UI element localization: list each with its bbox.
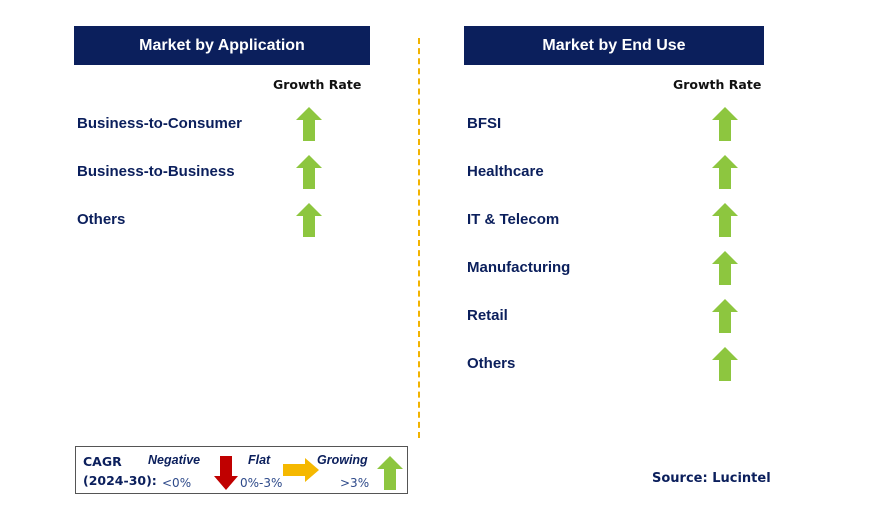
segment-label: Healthcare — [467, 163, 544, 180]
legend-growing-label: Growing — [317, 453, 368, 467]
segment-label: IT & Telecom — [467, 211, 560, 228]
segment-label: Business-to-Consumer — [77, 115, 243, 132]
legend-cagr-period: (2024-30): — [83, 473, 157, 488]
application-title: Market by Application — [139, 36, 305, 54]
up-arrow-icon — [712, 203, 738, 237]
end-use-title: Market by End Use — [542, 36, 686, 54]
up-arrow-icon — [296, 155, 322, 189]
segment-label: Retail — [467, 307, 508, 324]
segment-label: Others — [467, 355, 516, 372]
legend-flat-label: Flat — [248, 453, 271, 467]
cagr-legend: CAGR (2024-30): Negative <0% Flat 0%-3% … — [75, 446, 408, 494]
end-use-header: Market by End Use — [464, 26, 764, 65]
legend-flat-range: 0%-3% — [240, 476, 283, 490]
source-label: Source: Lucintel — [652, 471, 771, 486]
up-arrow-icon — [712, 107, 738, 141]
legend-negative-label: Negative — [148, 453, 201, 467]
legend-negative-range: <0% — [162, 476, 192, 490]
up-arrow-icon — [712, 299, 738, 333]
up-arrow-icon — [377, 456, 403, 490]
end-use-growth-rate-header: Growth Rate — [673, 77, 762, 92]
panel-divider — [418, 38, 420, 438]
legend-growing-range: >3% — [340, 476, 370, 490]
legend-cagr-label: CAGR — [83, 454, 122, 469]
up-arrow-icon — [712, 347, 738, 381]
segment-label: BFSI — [467, 115, 502, 132]
segment-label: Manufacturing — [467, 259, 571, 276]
down-arrow-icon — [214, 456, 238, 490]
segment-label: Others — [77, 211, 126, 228]
up-arrow-icon — [712, 155, 738, 189]
right-arrow-icon — [283, 458, 319, 482]
application-growth-rate-header: Growth Rate — [273, 77, 362, 92]
up-arrow-icon — [296, 107, 322, 141]
up-arrow-icon — [712, 251, 738, 285]
up-arrow-icon — [296, 203, 322, 237]
application-header: Market by Application — [74, 26, 370, 65]
segment-label: Business-to-Business — [77, 163, 235, 180]
